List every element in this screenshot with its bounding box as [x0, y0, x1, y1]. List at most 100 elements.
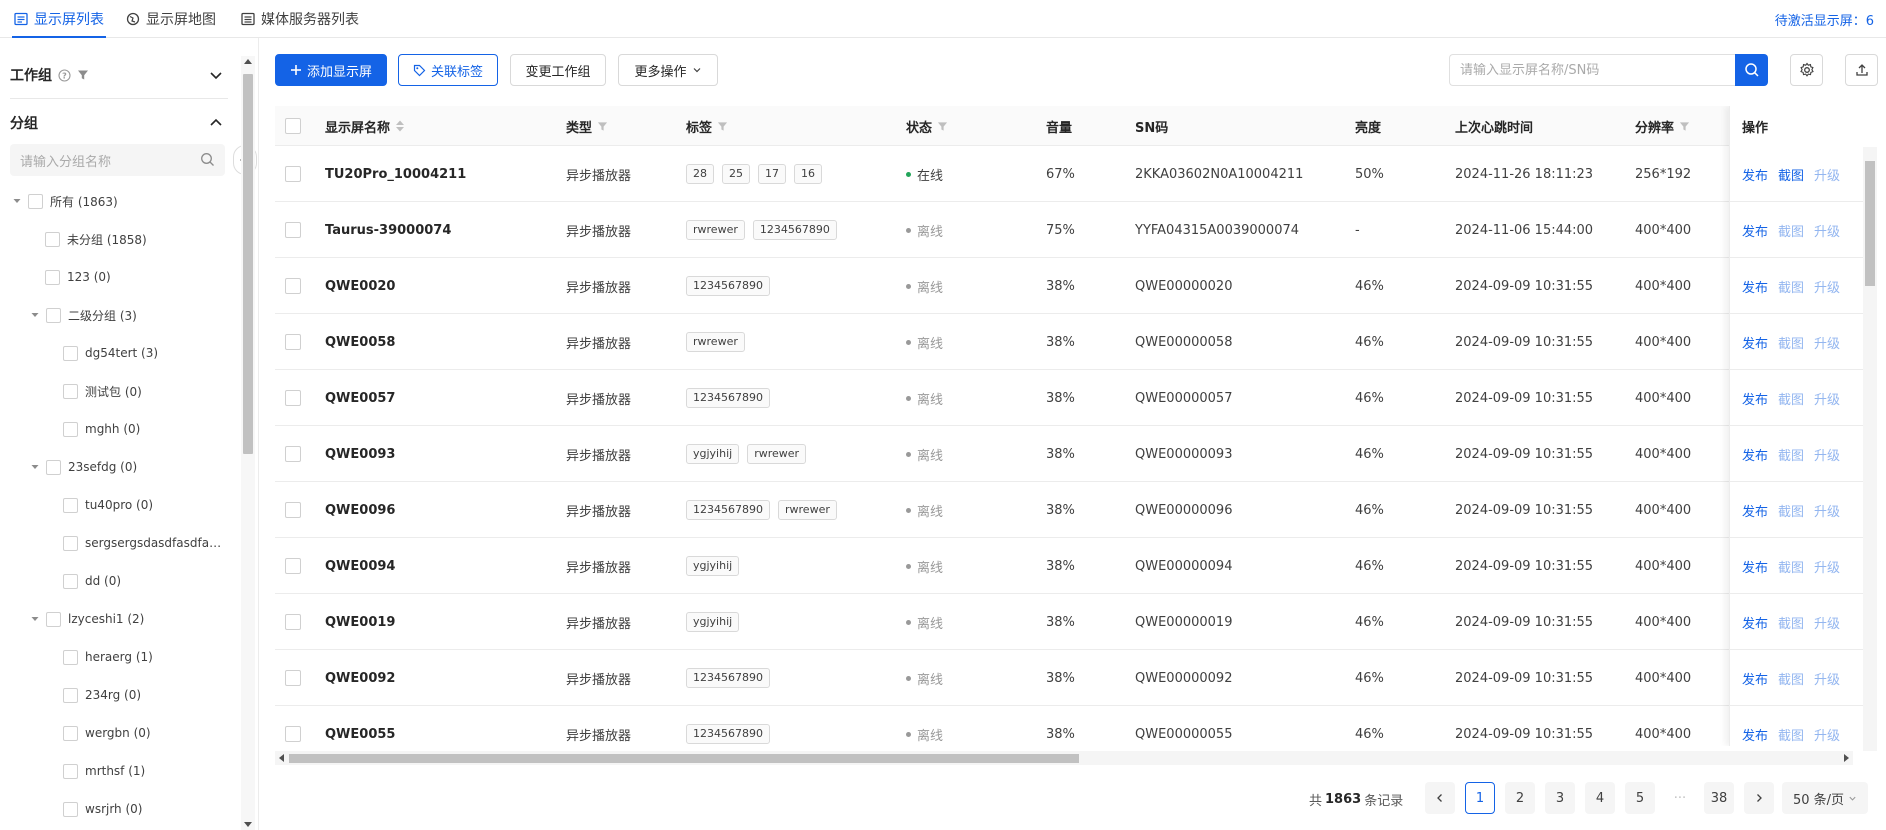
column-name[interactable]: 显示屏名称 [325, 106, 405, 146]
tree-node[interactable]: wergbn (0) [63, 714, 151, 752]
table-row[interactable]: QWE0096 异步播放器 1234567890 rwrewer 离线 38% QWE000… [275, 482, 1865, 538]
link-tag-button[interactable]: 关联标签 [398, 54, 498, 86]
table-row[interactable]: QWE0020 异步播放器 1234567890 离线 38% QWE00000020 46… [275, 258, 1865, 314]
tree-node[interactable]: heraerg (1) [63, 638, 153, 676]
upgrade-link[interactable]: 升级 [1814, 221, 1840, 240]
row-checkbox[interactable] [285, 594, 301, 650]
screenshot-link[interactable]: 截图 [1778, 557, 1804, 576]
group-search-input[interactable]: 请输入分组名称 [10, 144, 225, 176]
tree-checkbox[interactable] [63, 573, 78, 589]
page-size-select[interactable]: 50 条/页 [1782, 782, 1868, 814]
display-name[interactable]: QWE0020 [325, 258, 395, 314]
screenshot-link[interactable]: 截图 [1778, 613, 1804, 632]
tree-node[interactable]: tu40pro (0) [63, 486, 153, 524]
sidebar-scrollbar[interactable] [241, 56, 255, 830]
search-icon[interactable] [200, 152, 215, 167]
select-all-checkbox[interactable] [285, 106, 301, 146]
filter-icon[interactable] [597, 121, 608, 132]
tree-checkbox[interactable] [45, 231, 60, 247]
table-row[interactable]: TU20Pro_10004211 异步播放器 28 25 17 16 在线 67% 2KKA03… [275, 146, 1865, 202]
display-name[interactable]: QWE0057 [325, 370, 395, 426]
tree-checkbox[interactable] [63, 421, 78, 437]
upgrade-link[interactable]: 升级 [1814, 557, 1840, 576]
upgrade-link[interactable]: 升级 [1814, 277, 1840, 296]
display-search-field[interactable] [1460, 62, 1725, 78]
chevron-down-icon[interactable] [208, 67, 224, 83]
search-button[interactable] [1735, 54, 1768, 86]
table-row[interactable]: QWE0057 异步播放器 1234567890 离线 38% QWE00000057 46… [275, 370, 1865, 426]
scroll-down-icon[interactable] [244, 822, 252, 828]
row-checkbox[interactable] [285, 370, 301, 426]
column-resolution[interactable]: 分辨率 [1635, 106, 1690, 146]
display-name[interactable]: QWE0094 [325, 538, 395, 594]
page-button[interactable]: 3 [1545, 782, 1575, 814]
tree-node[interactable]: wsrjrh (0) [63, 790, 142, 828]
row-checkbox[interactable] [285, 706, 301, 746]
display-name[interactable]: QWE0055 [325, 706, 395, 746]
page-button[interactable]: 2 [1505, 782, 1535, 814]
next-page-button[interactable] [1744, 782, 1774, 814]
display-search-input[interactable] [1449, 54, 1735, 86]
column-status[interactable]: 状态 [906, 106, 948, 146]
tree-node[interactable]: 测试包 (0) [63, 372, 142, 410]
help-icon[interactable]: ? [58, 68, 71, 82]
tree-checkbox[interactable] [63, 649, 78, 665]
display-name[interactable]: Taurus-39000074 [325, 202, 451, 258]
publish-link[interactable]: 发布 [1742, 333, 1768, 352]
display-name[interactable]: QWE0092 [325, 650, 395, 706]
row-checkbox[interactable] [285, 314, 301, 370]
row-checkbox[interactable] [285, 258, 301, 314]
more-actions-button[interactable]: 更多操作 [618, 54, 718, 86]
tree-node[interactable]: 二级分组 (3) [30, 296, 137, 334]
tree-node[interactable]: 123 (0) [45, 258, 111, 296]
table-row[interactable]: QWE0092 异步播放器 1234567890 离线 38% QWE00000092 46… [275, 650, 1865, 706]
filter-icon[interactable] [717, 121, 728, 132]
caret-down-icon[interactable] [12, 196, 22, 206]
tree-checkbox[interactable] [45, 269, 60, 285]
row-checkbox[interactable] [285, 650, 301, 706]
group-header[interactable]: 分组 [10, 108, 224, 138]
tab-display-list[interactable]: 显示屏列表 [12, 0, 106, 38]
export-button[interactable] [1845, 54, 1878, 86]
chevron-up-icon[interactable] [208, 115, 224, 131]
screenshot-link[interactable]: 截图 [1778, 333, 1804, 352]
filter-icon[interactable] [1679, 121, 1690, 132]
table-horizontal-scrollbar[interactable] [275, 751, 1853, 765]
upgrade-link[interactable]: 升级 [1814, 669, 1840, 688]
upgrade-link[interactable]: 升级 [1814, 389, 1840, 408]
tree-checkbox[interactable] [63, 687, 78, 703]
row-checkbox[interactable] [285, 426, 301, 482]
table-row[interactable]: QWE0094 异步播放器 ygjyihij 离线 38% QWE00000094 46% 2… [275, 538, 1865, 594]
page-button[interactable]: 4 [1585, 782, 1615, 814]
display-name[interactable]: QWE0019 [325, 594, 395, 650]
tree-checkbox[interactable] [63, 763, 78, 779]
upgrade-link[interactable]: 升级 [1814, 613, 1840, 632]
tab-display-map[interactable]: 显示屏地图 [126, 0, 216, 38]
screenshot-link[interactable]: 截图 [1778, 725, 1804, 744]
tree-node[interactable]: mghh (0) [63, 410, 140, 448]
tree-node[interactable]: sergsergsdasdfasdfasdf... [63, 524, 225, 562]
screenshot-link[interactable]: 截图 [1778, 501, 1804, 520]
display-name[interactable]: QWE0058 [325, 314, 395, 370]
tree-node[interactable]: lzyceshi1 (2) [30, 600, 144, 638]
screenshot-link[interactable]: 截图 [1778, 445, 1804, 464]
page-button[interactable]: 1 [1465, 782, 1495, 814]
display-name[interactable]: QWE0096 [325, 482, 395, 538]
column-tags[interactable]: 标签 [686, 106, 728, 146]
tree-checkbox[interactable] [46, 307, 61, 323]
table-vertical-scrollbar[interactable] [1863, 147, 1877, 751]
tree-node[interactable]: dg54tert (3) [63, 334, 158, 372]
tree-checkbox[interactable] [63, 383, 78, 399]
tree-node[interactable]: 234rg (0) [63, 676, 141, 714]
publish-link[interactable]: 发布 [1742, 501, 1768, 520]
caret-down-icon[interactable] [30, 462, 40, 472]
upgrade-link[interactable]: 升级 [1814, 333, 1840, 352]
tree-node[interactable]: mrthsf (1) [63, 752, 145, 790]
workgroup-header[interactable]: 工作组 ? [10, 60, 224, 90]
screenshot-link[interactable]: 截图 [1778, 221, 1804, 240]
scrollbar-thumb[interactable] [243, 74, 253, 454]
tree-checkbox[interactable] [28, 193, 43, 209]
tree-checkbox[interactable] [46, 459, 61, 475]
display-name[interactable]: TU20Pro_10004211 [325, 146, 466, 202]
screenshot-link[interactable]: 截图 [1778, 669, 1804, 688]
